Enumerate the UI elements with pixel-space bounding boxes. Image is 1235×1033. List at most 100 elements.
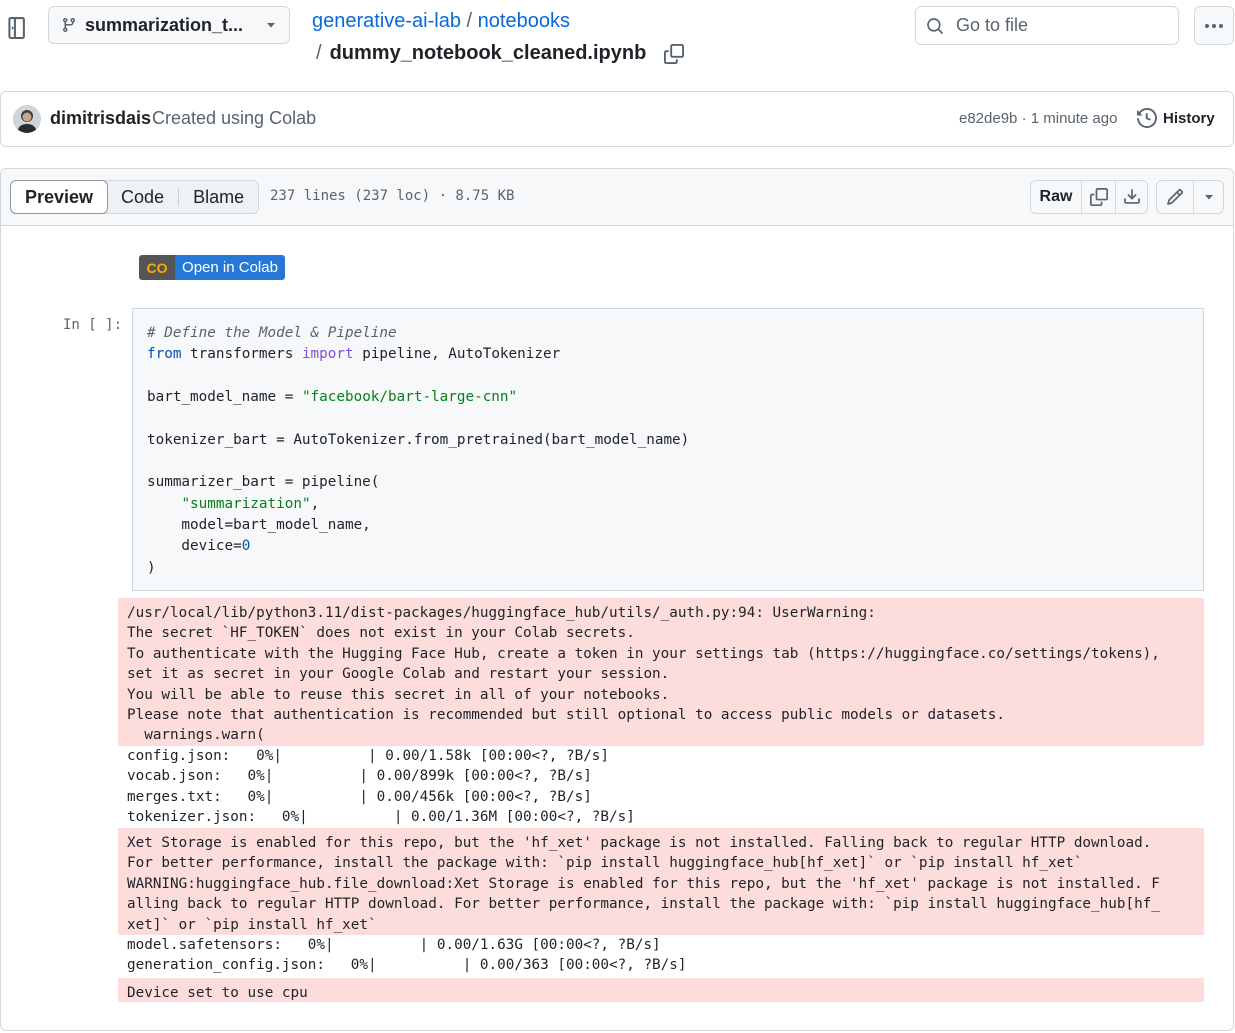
file-stats: 237 lines (237 loc) · 8.75 KB — [270, 188, 515, 204]
code-token: from — [147, 346, 182, 363]
breadcrumb-separator: / — [466, 10, 478, 32]
history-icon — [1137, 108, 1157, 128]
edit-options-dropdown[interactable] — [1193, 181, 1223, 213]
output-line: For better performance, install the pack… — [127, 855, 1083, 872]
code-token: pipeline, AutoTokenizer — [353, 346, 561, 363]
branch-icon — [61, 17, 77, 33]
breadcrumb-folder-link[interactable]: notebooks — [478, 10, 570, 32]
output-line: model.safetensors: 0%| | 0.00/1.63G [00:… — [127, 937, 661, 953]
code-token: tokenizer_bart = AutoTokenizer.from_pret… — [147, 431, 690, 448]
tab-blame[interactable]: Blame — [179, 181, 258, 213]
breadcrumb-repo-link[interactable]: generative-ai-lab — [312, 10, 461, 32]
history-button[interactable]: History — [1137, 108, 1215, 128]
avatar[interactable] — [13, 105, 41, 133]
download-button[interactable] — [1115, 181, 1147, 213]
output-line: warnings.warn( — [127, 727, 265, 744]
code-token: ) — [147, 559, 156, 576]
stdout-output: model.safetensors: 0%| | 0.00/1.63G [00:… — [118, 935, 1204, 978]
more-options-button[interactable] — [1194, 6, 1234, 45]
stdout-output: config.json: 0%| | 0.00/1.58k [00:00<?, … — [118, 746, 1204, 828]
go-to-file-input[interactable] — [954, 14, 1190, 37]
cell-prompt: In [ ]: — [63, 317, 123, 333]
output-line: Please note that authentication is recom… — [127, 707, 1005, 724]
output-line: xet]` or `pip install hf_xet` — [127, 916, 377, 933]
tab-preview[interactable]: Preview — [10, 180, 109, 214]
copy-path-icon[interactable] — [664, 43, 685, 64]
raw-button[interactable]: Raw — [1031, 181, 1081, 213]
output-line: Xet Storage is enabled for this repo, bu… — [127, 835, 1152, 851]
branch-name: summarization_t... — [85, 14, 244, 35]
code-token: transformers — [181, 346, 302, 363]
output-line: Device set to use cpu — [127, 985, 308, 1001]
output-line: generation_config.json: 0%| | 0.00/363 [… — [127, 957, 687, 974]
output-line: alling back to regular HTTP download. Fo… — [127, 896, 1160, 913]
copy-icon — [1089, 188, 1108, 206]
open-in-colab-badge[interactable]: CO Open in Colab — [139, 255, 285, 280]
view-mode-tabs: Preview Code Blame — [10, 180, 260, 214]
raw-label: Raw — [1039, 188, 1073, 205]
code-token: bart_model_name = — [147, 389, 302, 406]
copy-raw-button[interactable] — [1081, 181, 1115, 213]
code-line: device=0 — [147, 536, 689, 557]
output-line: To authenticate with the Hugging Face Hu… — [127, 645, 1160, 662]
commit-author[interactable]: dimitrisdais — [50, 108, 151, 129]
code-line: summarizer_bart = pipeline( — [147, 472, 689, 493]
code-line: ) — [147, 558, 689, 579]
output-line: tokenizer.json: 0%| | 0.00/1.36M [00:00<… — [127, 809, 635, 826]
caret-down-icon — [265, 19, 277, 31]
code-line: tokenizer_bart = AutoTokenizer.from_pret… — [147, 430, 689, 451]
code-token: device= — [147, 538, 242, 555]
code-token: "summarization" — [181, 495, 311, 512]
file-title: / dummy_notebook_cleaned.ipynb — [316, 42, 685, 65]
code-line: from transformers import pipeline, AutoT… — [147, 344, 689, 365]
code-token: import — [301, 346, 354, 363]
file-name: dummy_notebook_cleaned.ipynb — [329, 42, 647, 64]
stderr-output: /usr/local/lib/python3.11/dist-packages/… — [118, 598, 1204, 746]
output-line: You will be able to reuse this secret in… — [127, 686, 670, 703]
code-token: # Define the Model & Pipeline — [147, 325, 397, 341]
edit-group — [1156, 180, 1224, 214]
output-line: WARNING:huggingface_hub.file_download:Xe… — [127, 875, 1160, 892]
download-icon — [1123, 188, 1141, 206]
code-line: bart_model_name = "facebook/bart-large-c… — [147, 387, 689, 408]
code-token: , — [310, 495, 320, 512]
output-line: merges.txt: 0%| | 0.00/456k [00:00<?, ?B… — [127, 788, 592, 805]
stderr-output: Device set to use cpu — [118, 978, 1204, 1002]
branch-selector[interactable]: summarization_t... — [48, 6, 290, 44]
history-label: History — [1163, 109, 1215, 127]
breadcrumb-separator: / — [316, 42, 322, 64]
code-token: "facebook/bart-large-cnn" — [301, 389, 518, 406]
caret-down-icon — [1203, 191, 1215, 203]
output-line: /usr/local/lib/python3.11/dist-packages/… — [127, 605, 876, 621]
tab-code[interactable]: Code — [107, 181, 178, 213]
code-cell: # Define the Model & Pipeline from transf… — [132, 308, 1204, 591]
code-token: 0 — [241, 538, 251, 555]
code-line: # Define the Model & Pipeline — [147, 323, 689, 344]
stderr-output: Xet Storage is enabled for this repo, bu… — [118, 828, 1204, 935]
code-token: summarizer_bart = pipeline( — [147, 474, 380, 491]
commit-message[interactable]: Created using Colab — [152, 108, 316, 129]
kebab-horizontal-icon — [1204, 23, 1224, 29]
go-to-file-search[interactable]: t — [915, 6, 1222, 45]
output-line: The secret `HF_TOKEN` does not exist in … — [127, 625, 635, 642]
file-header-toolbar: Preview Code Blame 237 lines (237 loc) ·… — [1, 169, 1233, 226]
code-token: model=bart_model_name, — [147, 517, 371, 534]
sidebar-toggle-icon[interactable] — [6, 16, 30, 40]
search-icon — [926, 17, 944, 35]
output-line: config.json: 0%| | 0.00/1.58k [00:00<?, … — [127, 748, 610, 764]
colab-logo-icon: CO — [139, 255, 175, 280]
output-line: set it as secret in your Google Colab an… — [127, 666, 670, 683]
edit-file-button[interactable] — [1157, 181, 1193, 213]
output-line: vocab.json: 0%| | 0.00/899k [00:00<?, ?B… — [127, 768, 592, 785]
code-line: model=bart_model_name, — [147, 515, 689, 536]
colab-badge-label: Open in Colab — [175, 255, 285, 280]
breadcrumb: generative-ai-lab / notebooks — [312, 10, 570, 33]
code-content: # Define the Model & Pipeline from transf… — [147, 323, 689, 579]
code-line: "summarization", — [147, 494, 689, 515]
pencil-icon — [1166, 188, 1184, 206]
commit-meta[interactable]: e82de9b · 1 minute ago — [959, 110, 1117, 127]
